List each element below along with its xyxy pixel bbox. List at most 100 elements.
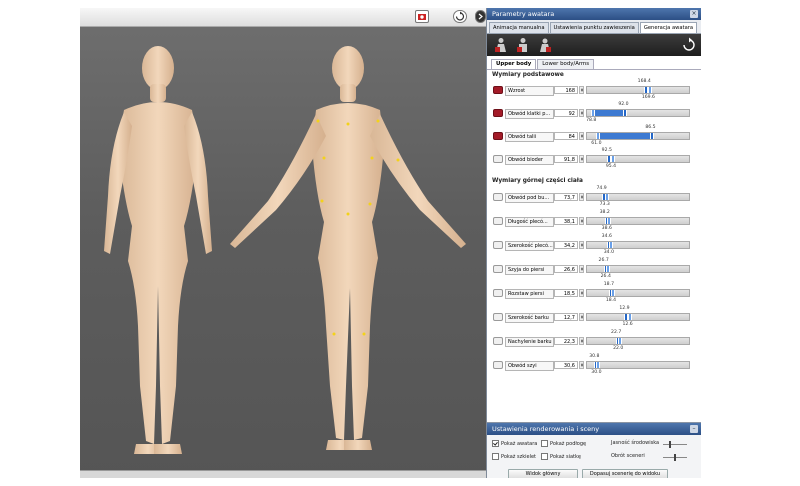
environment-brightness-knob[interactable] [669, 441, 672, 448]
dimension-target-marker[interactable] [618, 338, 623, 344]
dimension-value-input[interactable]: 84 [554, 132, 578, 140]
dimension-target-marker[interactable] [591, 110, 596, 116]
dimension-target-marker[interactable] [648, 87, 653, 93]
dimension-label: Rozstaw piersi [505, 289, 554, 299]
tab-lower-body-arms[interactable]: Lower body/Arms [537, 59, 595, 69]
dimension-slider-track[interactable] [586, 337, 690, 345]
body-subtabs: Upper body Lower body/Arms [487, 56, 701, 70]
dimension-value-input[interactable]: 18,5 [554, 289, 578, 297]
lock-icon[interactable] [493, 155, 503, 163]
dimension-slider-track[interactable] [586, 217, 690, 225]
dimension-spinner[interactable] [579, 217, 584, 225]
dimension-value-input[interactable]: 38,1 [554, 217, 578, 225]
tab-manual-animation[interactable]: Animacja manualna [489, 22, 549, 33]
tab-suspension-settings[interactable]: Ustawienia punktu zawieszenia [549, 22, 639, 33]
dimension-slider-track[interactable] [586, 289, 690, 297]
lock-icon[interactable] [493, 193, 503, 201]
chevron-right-icon[interactable] [475, 10, 486, 23]
dimension-value-input[interactable]: 12,7 [554, 313, 578, 321]
environment-brightness-slider[interactable] [663, 441, 687, 448]
lock-icon[interactable] [493, 265, 503, 273]
dimension-target-marker[interactable] [610, 290, 615, 296]
refresh-icon[interactable] [681, 37, 697, 53]
lock-icon[interactable] [493, 217, 503, 225]
female-avatar-icon[interactable] [493, 37, 509, 53]
show-avatar-checkbox[interactable] [492, 440, 499, 447]
tab-upper-body[interactable]: Upper body [491, 59, 537, 69]
lock-icon[interactable] [493, 132, 503, 140]
dimension-slider-track[interactable] [586, 132, 690, 140]
dimension-spinner[interactable] [579, 241, 584, 249]
render-settings-collapse-icon[interactable]: – [690, 425, 698, 433]
dimension-spinner[interactable] [579, 86, 584, 94]
show-mesh-checkbox[interactable] [541, 453, 548, 460]
male-avatar-icon[interactable] [515, 37, 531, 53]
dimension-value-input[interactable]: 22,3 [554, 337, 578, 345]
lock-icon[interactable] [493, 361, 503, 369]
dimension-slider-track[interactable] [586, 241, 690, 249]
dimension-spinner[interactable] [579, 313, 584, 321]
dimension-slider-track[interactable] [586, 109, 690, 117]
scene-rotation-slider[interactable] [663, 454, 687, 461]
dimension-target-marker[interactable] [605, 266, 610, 272]
lock-icon[interactable] [493, 289, 503, 297]
camera-icon[interactable] [415, 10, 429, 23]
child-avatar-icon[interactable] [537, 37, 553, 53]
dimension-target-marker[interactable] [610, 156, 615, 162]
dimension-spinner[interactable] [579, 132, 584, 140]
dimension-target-marker[interactable] [604, 194, 609, 200]
show-skeleton-label: Pokaż szkielet [501, 454, 536, 460]
dimension-slider-track[interactable] [586, 86, 690, 94]
dimension-target-marker[interactable] [596, 133, 601, 139]
show-skeleton-option[interactable]: Pokaż szkielet [492, 453, 536, 461]
dimension-slider-track[interactable] [586, 155, 690, 163]
dimension-value-input[interactable]: 73,7 [554, 193, 578, 201]
dimension-spinner[interactable] [579, 265, 584, 273]
panel-close-icon[interactable]: × [690, 10, 698, 18]
show-floor-checkbox[interactable] [541, 440, 548, 447]
panel-titlebar: Parametry awatara × [487, 8, 701, 20]
dimension-target-marker[interactable] [608, 242, 613, 248]
dimension-target-marker[interactable] [606, 218, 611, 224]
dimension-value-input[interactable]: 168 [554, 86, 578, 94]
dimension-current-marker[interactable] [623, 110, 628, 116]
dimension-bottom-number: 169.6 [641, 95, 655, 100]
dimension-spinner[interactable] [579, 193, 584, 201]
dimension-target-marker[interactable] [596, 362, 601, 368]
dimension-value-input[interactable]: 26,6 [554, 265, 578, 273]
lock-icon[interactable] [493, 241, 503, 249]
3d-viewport[interactable] [80, 8, 486, 478]
dimension-value-input[interactable]: 30,6 [554, 361, 578, 369]
dimension-value-input[interactable]: 92 [554, 109, 578, 117]
dimension-spinner[interactable] [579, 109, 584, 117]
show-floor-option[interactable]: Pokaż podłogę [541, 440, 586, 448]
avatar-parameters-panel: Parametry awatara × Animacja manualna Us… [486, 8, 701, 478]
dimension-slider-track[interactable] [586, 265, 690, 273]
rotate-icon[interactable] [453, 10, 467, 23]
dimension-spinner[interactable] [579, 155, 584, 163]
dimension-spinner[interactable] [579, 337, 584, 345]
dimension-top-number: 38.2 [599, 210, 610, 215]
dimension-slider-track[interactable] [586, 313, 690, 321]
main-view-button[interactable]: Widok główny [508, 469, 578, 478]
tab-avatar-generation[interactable]: Generacja awatara [639, 22, 698, 33]
dimension-slider-track[interactable] [586, 361, 690, 369]
dimension-current-marker[interactable] [650, 133, 655, 139]
show-skeleton-checkbox[interactable] [492, 453, 499, 460]
dimension-target-marker[interactable] [627, 314, 632, 320]
lock-icon[interactable] [493, 337, 503, 345]
dimension-value-input[interactable]: 91,8 [554, 155, 578, 163]
lock-icon[interactable] [493, 86, 503, 94]
dimension-label: Wzrost [505, 86, 554, 96]
scene-rotation-knob[interactable] [674, 454, 676, 461]
show-mesh-option[interactable]: Pokaż siatkę [541, 453, 581, 461]
lock-icon[interactable] [493, 313, 503, 321]
dimension-value-input[interactable]: 34,2 [554, 241, 578, 249]
dimension-label: Nachylenie barku [505, 337, 554, 347]
lock-icon[interactable] [493, 109, 503, 117]
dimension-spinner[interactable] [579, 361, 584, 369]
dimension-slider-track[interactable] [586, 193, 690, 201]
fit-scene-button[interactable]: Dopasuj scenerię do widoku [582, 469, 668, 478]
dimension-spinner[interactable] [579, 289, 584, 297]
show-avatar-option[interactable]: Pokaż awatara [492, 440, 537, 448]
